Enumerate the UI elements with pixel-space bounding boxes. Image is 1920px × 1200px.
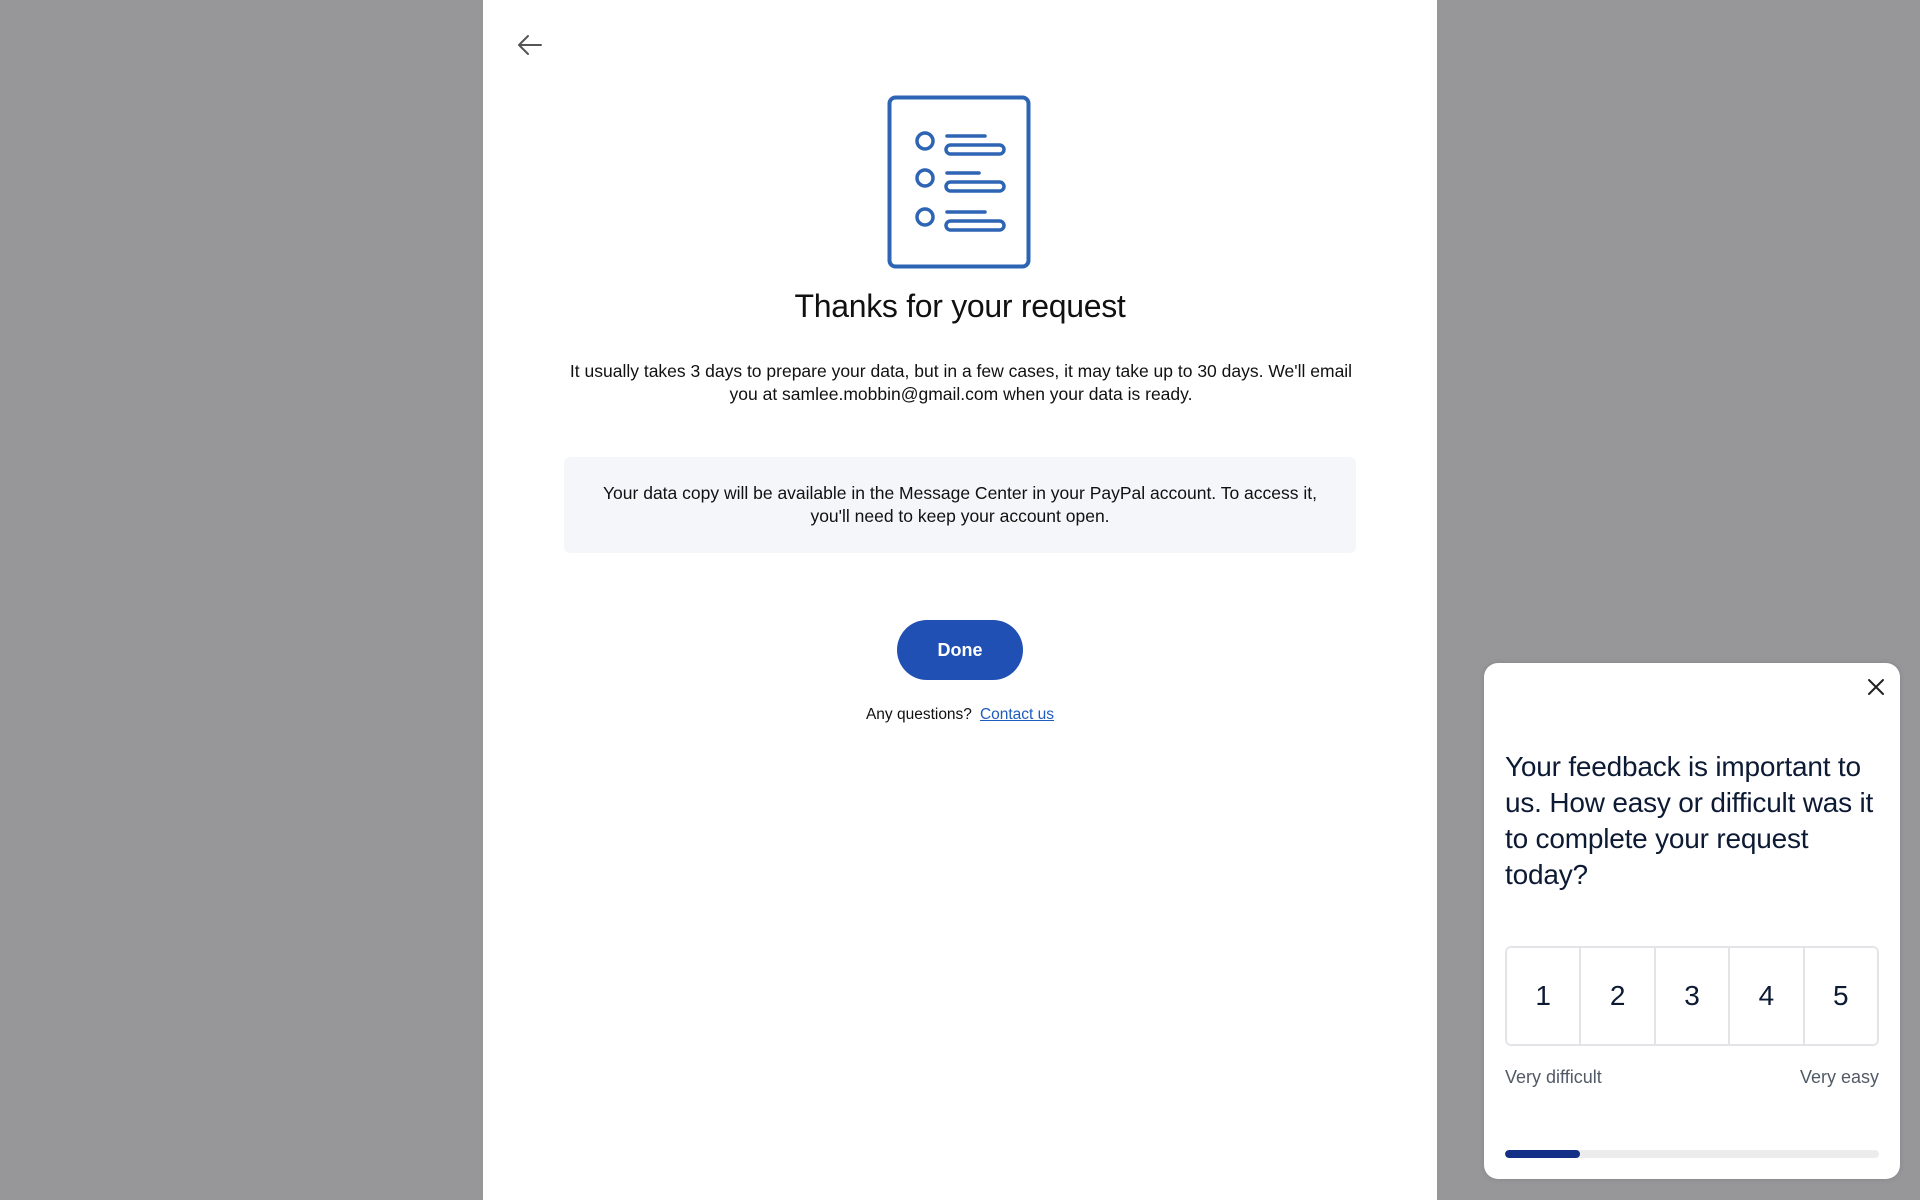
arrow-left-icon: [518, 35, 542, 55]
rating-option-1[interactable]: 1: [1507, 948, 1582, 1044]
close-icon: [1868, 679, 1884, 695]
feedback-panel: Your feedback is important to us. How ea…: [1484, 663, 1900, 1179]
questions-label: Any questions?: [865, 706, 972, 723]
rating-option-3[interactable]: 3: [1655, 948, 1731, 1044]
info-text: Your data copy will be available in the …: [602, 483, 1317, 526]
back-button[interactable]: [513, 28, 547, 62]
scale-label-low: Very difficult: [1505, 1067, 1602, 1087]
progress-bar-fill: [1505, 1150, 1580, 1158]
document-list-icon: [887, 95, 1031, 269]
questions-row: Any questions? Contact us: [483, 706, 1437, 724]
page-title: Thanks for your request: [794, 288, 1126, 324]
rating-scale: 1 2 3 4 5: [1505, 946, 1879, 1046]
scale-label-high: Very easy: [1799, 1067, 1879, 1087]
info-box: Your data copy will be available in the …: [564, 457, 1356, 553]
close-button[interactable]: [1862, 673, 1890, 701]
done-button[interactable]: Done: [897, 620, 1023, 680]
progress-bar: [1505, 1150, 1879, 1158]
feedback-question: Your feedback is important to us. How ea…: [1505, 751, 1874, 890]
page-description: It usually takes 3 days to prepare your …: [569, 361, 1353, 404]
rating-option-2[interactable]: 2: [1581, 948, 1656, 1044]
rating-option-5[interactable]: 5: [1804, 948, 1877, 1044]
contact-us-link[interactable]: Contact us: [980, 706, 1054, 723]
rating-option-4[interactable]: 4: [1730, 948, 1805, 1044]
main-card: Thanks for your request It usually takes…: [483, 0, 1437, 1200]
